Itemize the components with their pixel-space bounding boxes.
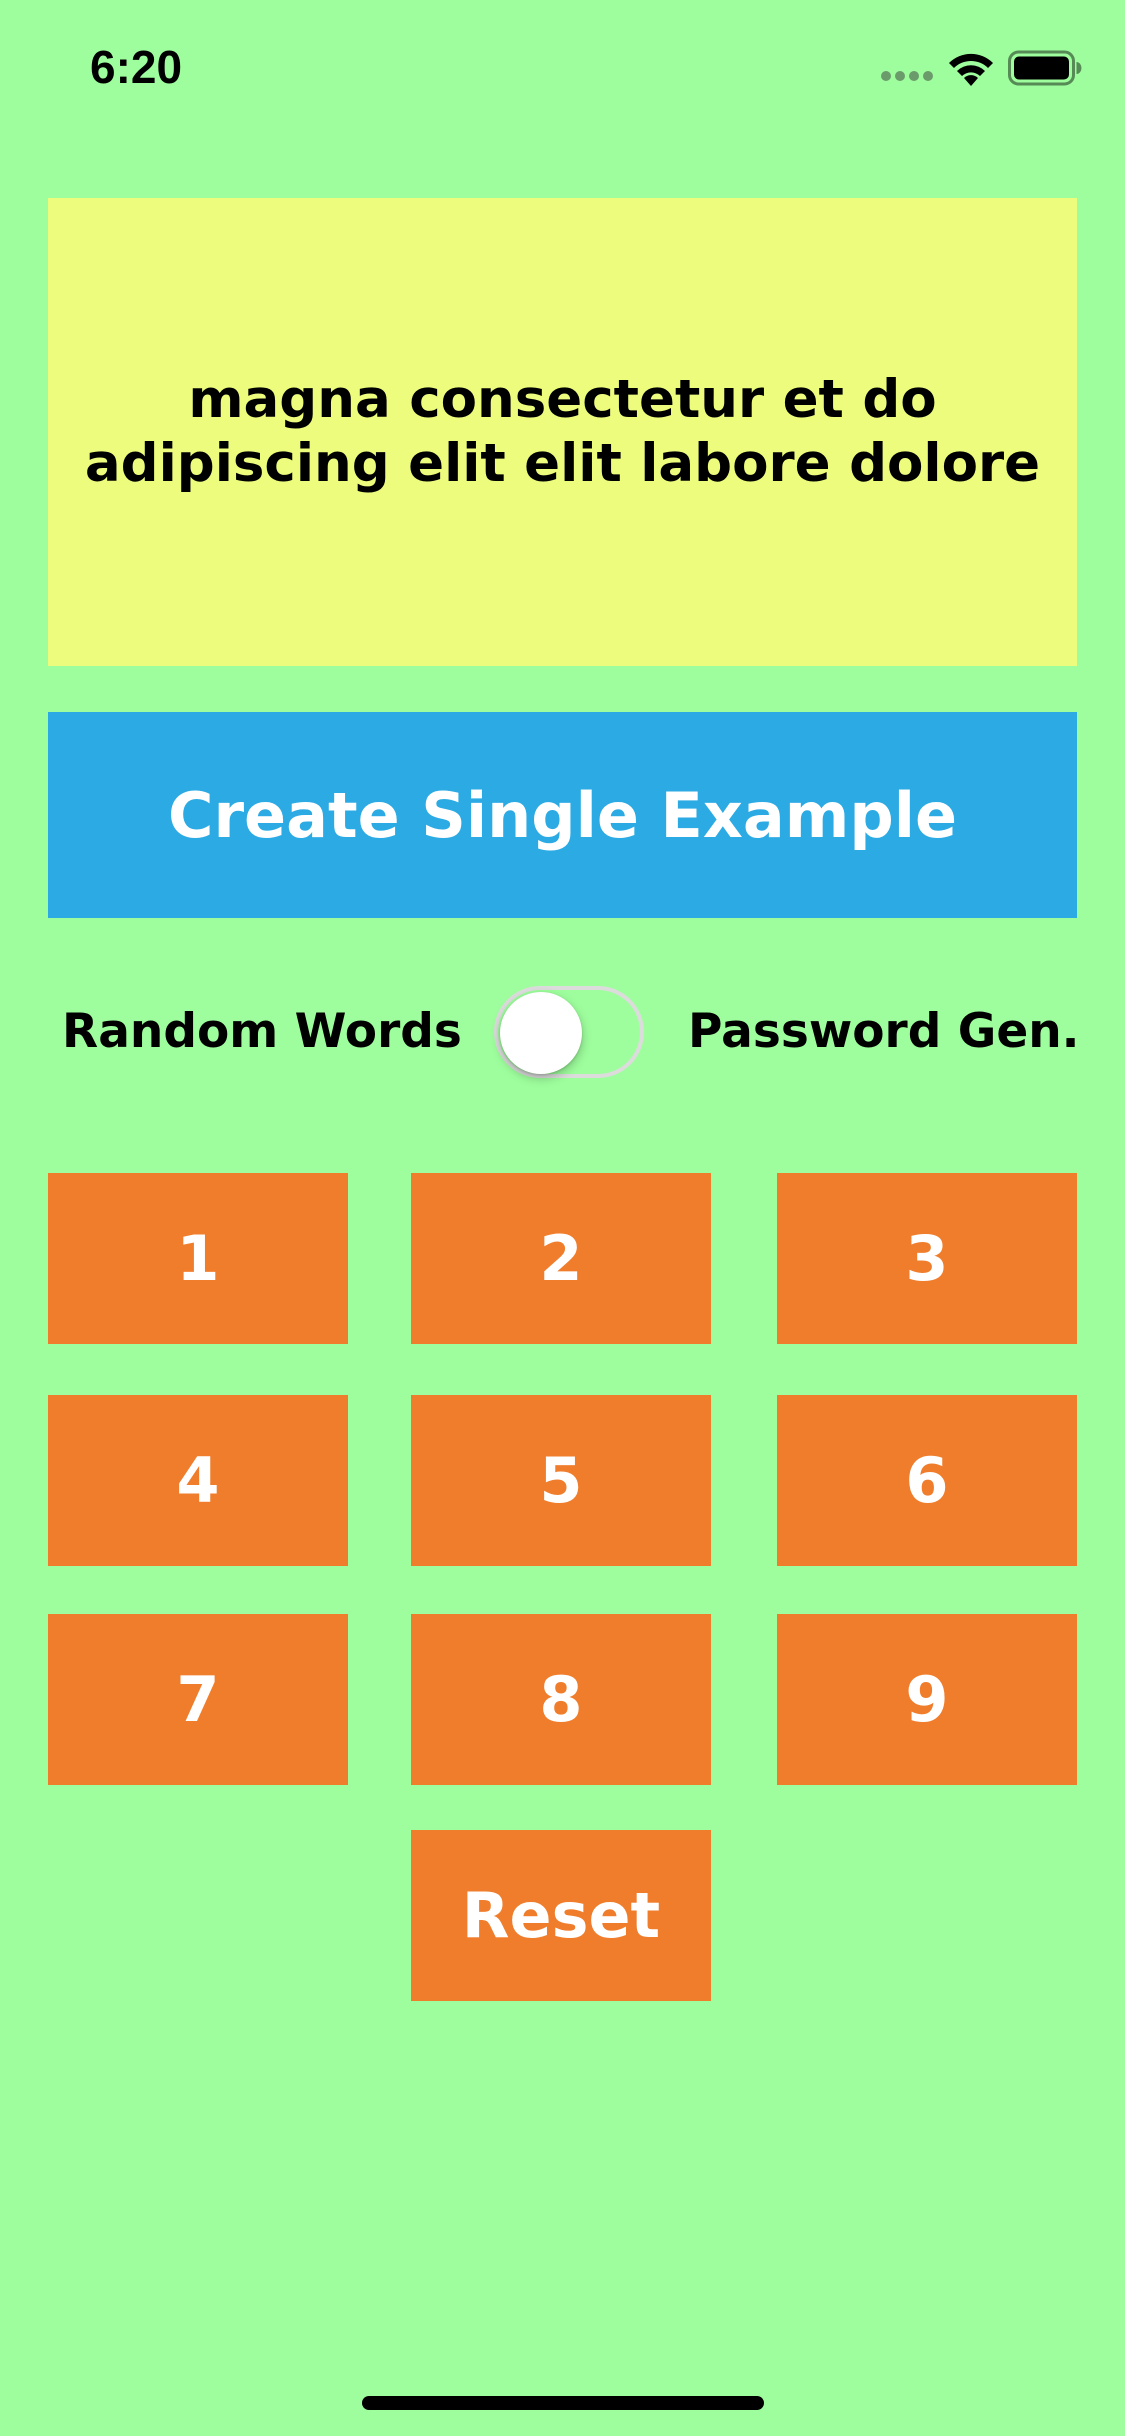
- key-8-button[interactable]: 8: [411, 1614, 711, 1785]
- status-time: 6:20: [90, 41, 183, 93]
- key-label: 1: [176, 1222, 220, 1295]
- wifi-icon: [949, 53, 993, 86]
- number-keypad: 1 2 3 4 5 6 7 8 9 Reset: [48, 1173, 1077, 2003]
- toggle-knob: [500, 992, 582, 1074]
- key-9-button[interactable]: 9: [777, 1614, 1077, 1785]
- key-label: 7: [176, 1663, 220, 1736]
- key-7-button[interactable]: 7: [48, 1614, 348, 1785]
- key-1-button[interactable]: 1: [48, 1173, 348, 1344]
- create-single-example-button[interactable]: Create Single Example: [48, 712, 1077, 918]
- reset-button[interactable]: Reset: [411, 1830, 711, 2001]
- mode-label-random-words: Random Words: [62, 1004, 462, 1059]
- output-text: magna consectetur et do adipiscing elit …: [84, 369, 1041, 494]
- key-6-button[interactable]: 6: [777, 1395, 1077, 1566]
- home-indicator[interactable]: [362, 2396, 764, 2410]
- key-label: 3: [905, 1222, 949, 1295]
- mode-toggle-switch[interactable]: [494, 986, 644, 1078]
- signal-dots-icon: [881, 71, 933, 81]
- mode-label-password-gen: Password Gen.: [688, 1004, 1080, 1059]
- key-3-button[interactable]: 3: [777, 1173, 1077, 1344]
- key-label: 6: [905, 1444, 949, 1517]
- key-label: 9: [905, 1663, 949, 1736]
- key-2-button[interactable]: 2: [411, 1173, 711, 1344]
- battery-icon: [1008, 50, 1082, 86]
- key-label: 5: [539, 1444, 583, 1517]
- output-display: magna consectetur et do adipiscing elit …: [48, 198, 1077, 666]
- key-5-button[interactable]: 5: [411, 1395, 711, 1566]
- key-label: 2: [539, 1222, 583, 1295]
- key-4-button[interactable]: 4: [48, 1395, 348, 1566]
- create-button-label: Create Single Example: [167, 778, 958, 852]
- key-label: 8: [539, 1663, 583, 1736]
- status-bar: 6:20: [0, 0, 1125, 140]
- key-label: 4: [176, 1444, 220, 1517]
- reset-label: Reset: [461, 1879, 661, 1952]
